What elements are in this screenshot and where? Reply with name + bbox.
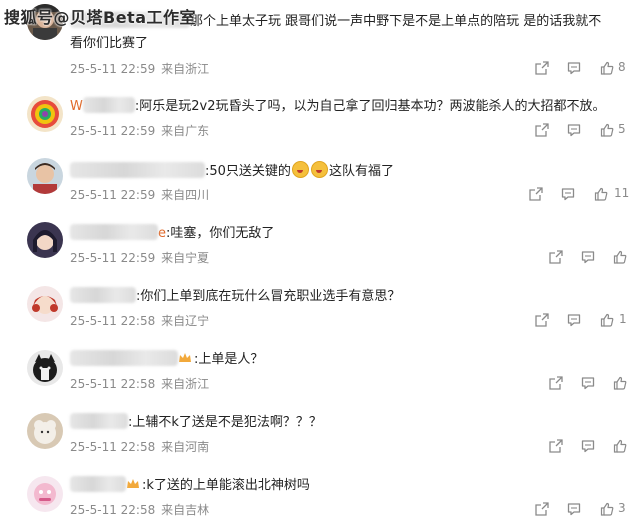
username-blurred[interactable] xyxy=(70,224,158,240)
comment-date: 25-5-11 22:58 xyxy=(70,440,156,454)
thumbs-up-icon[interactable] xyxy=(600,313,614,327)
thumbs-up-icon[interactable] xyxy=(600,502,614,516)
comment-meta: 25-5-11 22:58 来自河南 xyxy=(70,438,209,455)
comment-date: 25-5-11 22:59 xyxy=(70,62,156,76)
share-icon[interactable] xyxy=(549,250,563,264)
like-count: 3 xyxy=(618,501,626,515)
thumbs-up-icon[interactable] xyxy=(594,187,608,201)
comment-date: 25-5-11 22:58 xyxy=(70,377,156,391)
comment-location: 来自河南 xyxy=(161,440,210,454)
comment-icon[interactable] xyxy=(561,187,575,201)
emoji-icon xyxy=(291,161,309,178)
comment-location: 来自广东 xyxy=(161,124,210,138)
username-fragment[interactable]: W xyxy=(70,99,83,114)
comment-text: :你们上单到底在玩什么冒充职业选手有意思？ xyxy=(70,287,400,307)
comment-location: 来自辽宁 xyxy=(161,314,210,328)
share-icon[interactable] xyxy=(535,123,549,137)
comment-meta: 25-5-11 22:59 来自浙江 xyxy=(70,60,209,77)
like-count: 11 xyxy=(614,186,630,200)
avatar[interactable] xyxy=(27,286,63,322)
share-icon[interactable] xyxy=(535,313,549,327)
like-count: 5 xyxy=(618,122,626,136)
comment-text-continued: 看你们比赛了 xyxy=(70,36,149,51)
comment-date: 25-5-11 22:59 xyxy=(70,188,156,202)
avatar[interactable] xyxy=(27,476,63,512)
thumbs-up-icon[interactable] xyxy=(600,61,614,75)
comment-date: 25-5-11 22:58 xyxy=(70,314,156,328)
comment-icon[interactable] xyxy=(581,376,595,390)
like-count: 8 xyxy=(618,60,626,74)
comment-date: 25-5-11 22:58 xyxy=(70,503,156,517)
comment-icon[interactable] xyxy=(567,502,581,516)
username-blurred[interactable] xyxy=(70,476,126,492)
avatar[interactable] xyxy=(27,222,63,258)
comment-text: :上单是人？ xyxy=(70,350,263,370)
comment-text: e:哇塞，你们无敌了 xyxy=(70,224,274,244)
comment-meta: 25-5-11 22:58 来自浙江 xyxy=(70,375,209,392)
comment-location: 来自浙江 xyxy=(161,62,210,76)
comment-date: 25-5-11 22:59 xyxy=(70,251,156,265)
username-blurred[interactable] xyxy=(70,350,178,366)
thumbs-up-icon[interactable] xyxy=(613,250,627,264)
comment-icon[interactable] xyxy=(581,439,595,453)
comment-icon[interactable] xyxy=(581,250,595,264)
emoji-icon xyxy=(310,161,328,178)
comment-meta: 25-5-11 22:58 来自吉林 xyxy=(70,501,209,518)
comment-location: 来自宁夏 xyxy=(161,251,210,265)
username-blurred[interactable] xyxy=(70,287,136,303)
username-fragment[interactable]: e xyxy=(158,226,166,241)
comment-meta: 25-5-11 22:59 来自四川 xyxy=(70,186,209,203)
comment-text: :50只送关键的 这队有福了 xyxy=(70,161,394,182)
username-blurred[interactable] xyxy=(70,162,205,178)
share-icon[interactable] xyxy=(549,439,563,453)
comment-location: 来自四川 xyxy=(161,188,210,202)
share-icon[interactable] xyxy=(549,376,563,390)
comment-meta: 25-5-11 22:58 来自辽宁 xyxy=(70,312,209,329)
comment-meta: 25-5-11 22:59 来自广东 xyxy=(70,122,209,139)
comment-text: :上辅不k了送是不是犯法啊？？？ xyxy=(70,413,322,433)
watermark: 搜狐号@贝塔Beta工作室 xyxy=(4,8,196,27)
comment-text: :k了送的上单能滚出北神树吗 xyxy=(70,476,310,496)
thumbs-up-icon[interactable] xyxy=(613,376,627,390)
avatar[interactable] xyxy=(27,158,63,194)
crown-badge-icon xyxy=(179,353,191,362)
thumbs-up-icon[interactable] xyxy=(600,123,614,137)
comment-location: 来自吉林 xyxy=(161,503,210,517)
comment-text: W:阿乐是玩2v2玩昏头了吗，以为自己拿了回归基本功？两波能杀人的大招都不放。 xyxy=(70,97,606,114)
username-blurred[interactable] xyxy=(82,97,135,113)
crown-badge-icon xyxy=(127,479,139,488)
thumbs-up-icon[interactable] xyxy=(613,439,627,453)
avatar[interactable] xyxy=(27,413,63,449)
comment-date: 25-5-11 22:59 xyxy=(70,124,156,138)
avatar[interactable] xyxy=(27,350,63,386)
share-icon[interactable] xyxy=(535,502,549,516)
share-icon[interactable] xyxy=(535,61,549,75)
avatar[interactable] xyxy=(27,96,63,132)
comment-location: 来自浙江 xyxy=(161,377,210,391)
like-count: 1 xyxy=(619,312,627,326)
comment-meta: 25-5-11 22:59 来自宁夏 xyxy=(70,249,209,266)
username-blurred[interactable] xyxy=(70,413,128,429)
comment-icon[interactable] xyxy=(567,61,581,75)
comment-icon[interactable] xyxy=(567,313,581,327)
share-icon[interactable] xyxy=(529,187,543,201)
comment-icon[interactable] xyxy=(567,123,581,137)
